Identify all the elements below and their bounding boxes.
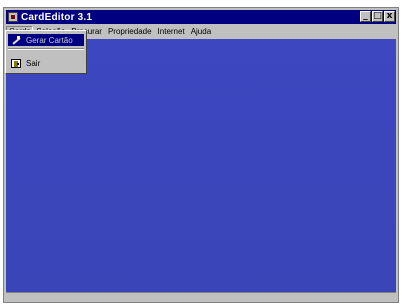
status-bar — [6, 292, 396, 301]
exit-door-icon — [11, 58, 21, 68]
workspace-area[interactable] — [6, 39, 396, 292]
maximize-button[interactable]: □ — [372, 11, 383, 22]
minimize-button[interactable]: _ — [360, 11, 371, 22]
menu-item-label: Gerar Cartão — [26, 35, 73, 45]
magic-wand-icon — [11, 35, 21, 45]
app-icon[interactable] — [8, 12, 18, 22]
window-title: CardEditor 3.1 — [21, 11, 93, 23]
menu-ajuda[interactable]: Ajuda — [188, 27, 214, 36]
title-bar[interactable]: CardEditor 3.1 _ □ x — [6, 10, 396, 24]
menu-item-sair[interactable]: Sair — [8, 57, 84, 69]
menu-item-gerar-cartao[interactable]: Gerar Cartão — [8, 34, 84, 46]
menu-separator — [8, 48, 84, 50]
close-button[interactable]: x — [384, 11, 395, 22]
cards-dropdown-menu: Gerar Cartão Sair — [5, 30, 87, 74]
menu-internet[interactable]: Internet — [155, 27, 188, 36]
menu-propriedade[interactable]: Propriedade — [105, 27, 155, 36]
window-controls: _ □ x — [360, 11, 395, 22]
menu-item-label: Sair — [26, 58, 41, 68]
